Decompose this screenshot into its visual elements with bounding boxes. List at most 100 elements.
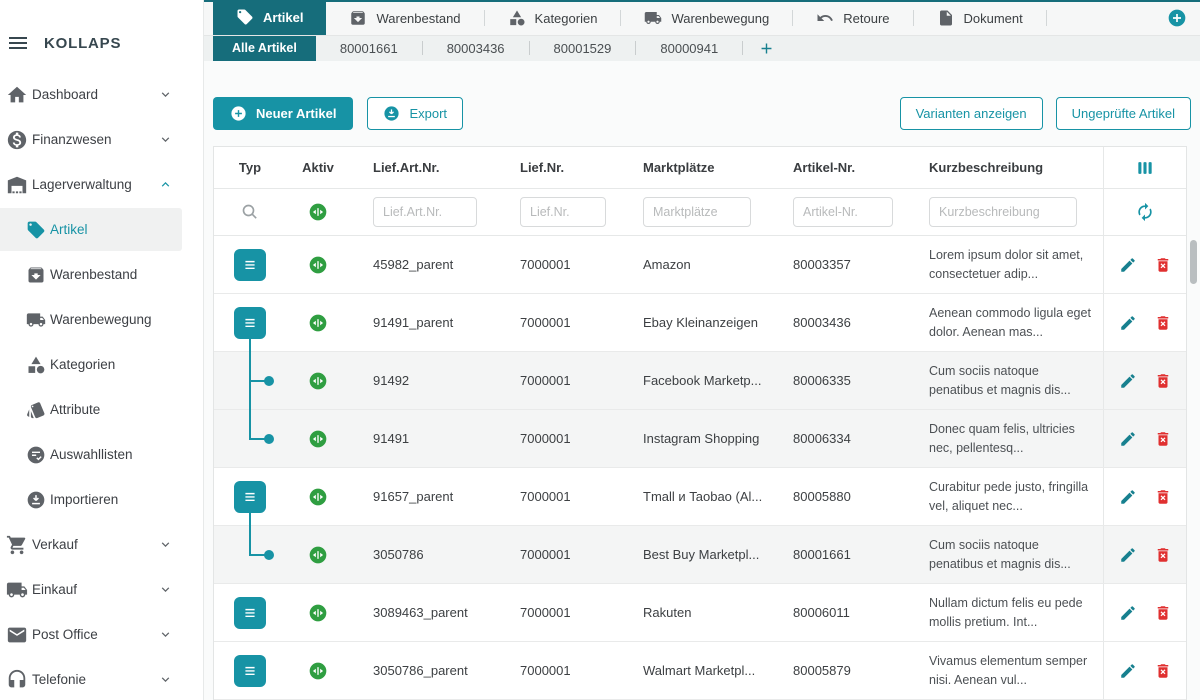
table-row: 3050786_parent 7000001 Walmart Marketpl.… — [214, 642, 1186, 700]
sidebar-item-lagerverwaltung[interactable]: Lagerverwaltung — [0, 162, 203, 207]
delete-icon[interactable] — [1154, 546, 1172, 564]
tab-kategorien[interactable]: Kategorien — [485, 1, 621, 35]
article-type-button[interactable] — [234, 597, 266, 629]
column-header-marktplaetze[interactable]: Marktplätze — [630, 160, 780, 175]
active-filter-icon[interactable] — [308, 202, 328, 222]
delete-icon[interactable] — [1154, 314, 1172, 332]
lief-nr-cell: 7000001 — [505, 605, 630, 620]
lief-art-nr-cell: 3089463_parent — [350, 605, 505, 620]
delete-icon[interactable] — [1154, 662, 1172, 680]
active-status-icon[interactable] — [308, 487, 328, 507]
lief-nr-cell: 7000001 — [505, 663, 630, 678]
menu-icon[interactable] — [6, 31, 30, 55]
edit-icon[interactable] — [1119, 488, 1137, 506]
column-header-typ[interactable]: Typ — [214, 160, 286, 175]
sidebar-item-einkauf[interactable]: Einkauf — [0, 567, 203, 612]
sidebar-item-kategorien[interactable]: Kategorien — [0, 342, 203, 387]
column-header-lief-nr[interactable]: Lief.Nr. — [505, 160, 630, 175]
add-article-tab-icon[interactable] — [758, 40, 775, 57]
edit-icon[interactable] — [1119, 662, 1137, 680]
tab-warenbestand[interactable]: Warenbestand — [326, 1, 483, 35]
tab-label: 80003436 — [447, 41, 505, 56]
article-tab-80001661[interactable]: 80001661 — [316, 36, 422, 61]
active-status-icon[interactable] — [308, 545, 328, 565]
filter-lief-art-nr-input[interactable] — [373, 197, 477, 227]
article-tab-alle-artikel[interactable]: Alle Artikel — [213, 36, 316, 61]
sidebar-item-verkauf[interactable]: Verkauf — [0, 522, 203, 567]
sidebar-item-telefonie[interactable]: Telefonie — [0, 657, 203, 700]
scrollbar-thumb[interactable] — [1190, 240, 1197, 284]
delete-icon[interactable] — [1154, 488, 1172, 506]
active-status-icon[interactable] — [308, 661, 328, 681]
unchecked-articles-button[interactable]: Ungeprüfte Artikel — [1056, 97, 1191, 130]
aktiv-cell — [286, 371, 350, 391]
article-type-button[interactable] — [234, 481, 266, 513]
sidebar-item-importieren[interactable]: Importieren — [0, 477, 203, 522]
tab-dokument[interactable]: Dokument — [914, 1, 1046, 35]
filter-kurzbeschreibung-input[interactable] — [929, 197, 1077, 227]
table-body: 45982_parent 7000001 Amazon 80003357 Lor… — [214, 236, 1186, 700]
delete-icon[interactable] — [1154, 256, 1172, 274]
sidebar-item-warenbewegung[interactable]: Warenbewegung — [0, 297, 203, 342]
tab-label: Artikel — [263, 10, 303, 25]
columns-icon[interactable] — [1135, 158, 1155, 178]
finance-icon — [6, 129, 28, 151]
active-status-icon[interactable] — [308, 603, 328, 623]
search-icon[interactable] — [240, 202, 260, 222]
edit-icon[interactable] — [1119, 546, 1137, 564]
article-type-button[interactable] — [234, 655, 266, 687]
edit-icon[interactable] — [1119, 314, 1137, 332]
typ-cell — [214, 410, 286, 467]
sidebar-item-attribute[interactable]: Attribute — [0, 387, 203, 432]
sidebar-nav: Dashboard Finanzwesen Lagerverwaltung Ar… — [0, 72, 203, 700]
article-type-button[interactable] — [234, 307, 266, 339]
active-status-icon[interactable] — [308, 371, 328, 391]
filter-artikel-nr-input[interactable] — [793, 197, 893, 227]
marktplatz-cell: Best Buy Marketpl... — [630, 547, 780, 562]
column-header-kurzbeschreibung[interactable]: Kurzbeschreibung — [915, 160, 1103, 175]
article-tab-80000941[interactable]: 80000941 — [636, 36, 742, 61]
add-tab-icon[interactable] — [1167, 8, 1187, 28]
active-status-icon[interactable] — [308, 429, 328, 449]
active-status-icon[interactable] — [308, 313, 328, 333]
show-variants-button[interactable]: Varianten anzeigen — [900, 97, 1043, 130]
new-article-button[interactable]: Neuer Artikel — [213, 97, 353, 130]
edit-icon[interactable] — [1119, 430, 1137, 448]
actions-cell — [1103, 584, 1186, 641]
sidebar-item-post-office[interactable]: Post Office — [0, 612, 203, 657]
sidebar-item-finanzwesen[interactable]: Finanzwesen — [0, 117, 203, 162]
sidebar-item-auswahllisten[interactable]: Auswahllisten — [0, 432, 203, 477]
filter-lief-nr-input[interactable] — [520, 197, 606, 227]
filter-marktplaetze-input[interactable] — [643, 197, 751, 227]
tab-retoure[interactable]: Retoure — [793, 1, 912, 35]
sidebar-item-warenbestand[interactable]: Warenbestand — [0, 252, 203, 297]
export-button[interactable]: Export — [367, 97, 463, 130]
tab-artikel[interactable]: Artikel — [213, 0, 326, 35]
sidebar-item-label: Post Office — [32, 627, 98, 642]
refresh-icon[interactable] — [1135, 202, 1155, 222]
aktiv-cell — [286, 661, 350, 681]
article-type-button[interactable] — [234, 249, 266, 281]
truck-icon — [644, 9, 662, 27]
chevron-down-icon — [158, 537, 173, 552]
sidebar-item-artikel[interactable]: Artikel — [0, 207, 203, 252]
article-tab-80003436[interactable]: 80003436 — [423, 36, 529, 61]
column-header-artikel-nr[interactable]: Artikel-Nr. — [780, 160, 915, 175]
article-tab-80001529[interactable]: 80001529 — [530, 36, 636, 61]
delete-icon[interactable] — [1154, 604, 1172, 622]
sidebar-item-dashboard[interactable]: Dashboard — [0, 72, 203, 117]
active-status-icon[interactable] — [308, 255, 328, 275]
actions-cell — [1103, 642, 1186, 699]
column-header-lief-art-nr[interactable]: Lief.Art.Nr. — [350, 160, 505, 175]
edit-icon[interactable] — [1119, 604, 1137, 622]
delete-icon[interactable] — [1154, 372, 1172, 390]
column-header-aktiv[interactable]: Aktiv — [286, 160, 350, 175]
edit-icon[interactable] — [1119, 372, 1137, 390]
secondary-tabbar: Alle Artikel 80001661 80003436 80001529 … — [204, 36, 1200, 61]
checklist-icon — [26, 445, 46, 465]
delete-icon[interactable] — [1154, 430, 1172, 448]
sidebar-item-label: Artikel — [50, 222, 88, 237]
chevron-down-icon — [158, 132, 173, 147]
tab-warenbewegung[interactable]: Warenbewegung — [621, 1, 792, 35]
edit-icon[interactable] — [1119, 256, 1137, 274]
